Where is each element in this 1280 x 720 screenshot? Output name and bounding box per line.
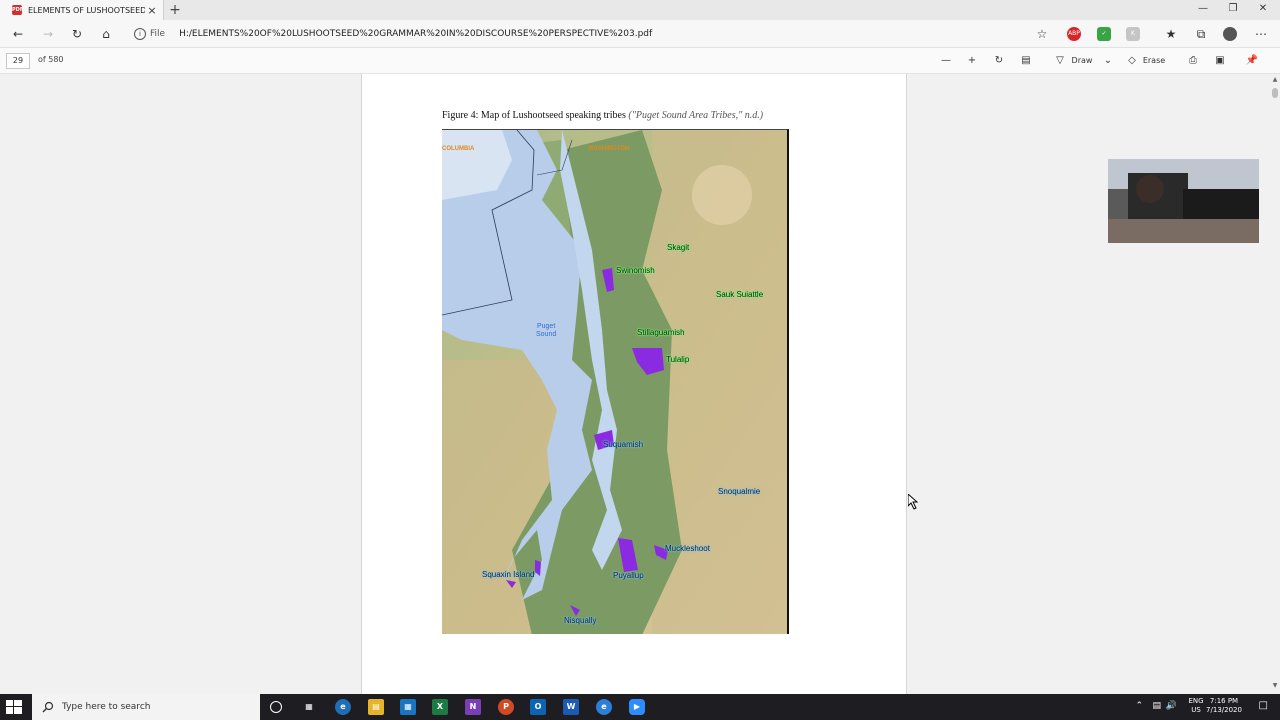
vertical-scrollbar[interactable]: ▲ ▼ (1270, 74, 1280, 694)
tribe-label-puyallup: Puyallup (613, 571, 644, 580)
collections-icon[interactable]: ⧉ (1193, 26, 1209, 42)
windows-start-icon[interactable] (6, 700, 22, 714)
shield-extension-icon[interactable]: ✓ (1097, 27, 1111, 41)
draw-icon[interactable]: ▽ (1053, 53, 1067, 69)
zoom-out-icon[interactable]: — (939, 53, 953, 69)
task-view-icon[interactable]: ▦ (301, 699, 317, 715)
figure-caption: Figure 4: Map of Lushootseed speaking tr… (442, 110, 763, 121)
tribe-label-sauk-suiattle: Sauk Suiattle (716, 290, 764, 299)
close-window-icon[interactable]: ✕ (1248, 0, 1278, 20)
caption-citation: ("Puget Sound Area Tribes," n.d.) (628, 110, 764, 121)
store-icon[interactable]: ▦ (400, 699, 416, 715)
outlook-icon[interactable]: O (530, 699, 546, 715)
file-explorer-icon[interactable]: ▤ (368, 699, 384, 715)
tribe-label-skagit: Skagit (667, 243, 690, 252)
zoom-in-icon[interactable]: + (965, 53, 979, 69)
tribe-label-tulalip: Tulalip (666, 355, 690, 364)
pdf-icon: PDF (12, 5, 24, 15)
network-icon[interactable]: ▤ (1152, 701, 1161, 711)
erase-icon[interactable]: ◇ (1125, 53, 1139, 69)
tab-close-button[interactable]: × (145, 4, 159, 17)
windows-taskbar: Type here to search ▦ e ▤ ▦ X N P O W e … (0, 694, 1280, 720)
tab-bar: PDF ELEMENTS OF LUSHOOTSEED G × + — ❐ ✕ (0, 0, 1280, 20)
pdf-toolbar: 29 of 580 — + ↻ ▤ ▽ Draw ⌄ ◇ Erase ⎙ ▣ 📌 (0, 48, 1280, 74)
more-options-icon[interactable]: ⋯ (1253, 26, 1269, 42)
search-placeholder: Type here to search (62, 702, 151, 712)
webcam-image (1108, 159, 1259, 243)
water-label-line1: Puget (536, 323, 556, 330)
tribes-map: COLUMBIA WASHINGTON Puget Sound Skagit S… (442, 129, 789, 634)
cortana-icon[interactable] (270, 701, 282, 713)
tribe-label-squaxin-island: Squaxin Island (482, 570, 535, 579)
volume-icon[interactable]: 🔊 (1166, 701, 1177, 711)
tribe-label-muckleshoot: Muckleshoot (665, 544, 710, 553)
favorite-star-icon[interactable]: ☆ (1034, 26, 1050, 42)
region-label-columbia: COLUMBIA (442, 146, 475, 152)
webcam-overlay (1108, 159, 1259, 243)
fit-page-icon[interactable]: ▤ (1019, 53, 1033, 69)
scroll-up-icon[interactable]: ▲ (1270, 76, 1280, 86)
tribe-label-suquamish: Suquamish (603, 440, 644, 449)
tribe-label-snoqualmie: Snoqualmie (718, 487, 761, 496)
region-label-washington: WASHINGTON (588, 146, 630, 152)
page-number-input[interactable]: 29 (6, 53, 30, 69)
erase-button[interactable]: Erase (1141, 53, 1167, 69)
adblock-extension-icon[interactable]: ABP (1067, 27, 1081, 41)
edge-browser-icon[interactable]: e (335, 699, 351, 715)
restore-icon[interactable]: ❐ (1218, 0, 1248, 20)
print-icon[interactable]: ⎙ (1186, 53, 1200, 69)
tribe-label-stillaguamish: Stillaguamish (637, 328, 685, 337)
scroll-down-icon[interactable]: ▼ (1270, 682, 1280, 692)
pdf-page: Figure 4: Map of Lushootseed speaking tr… (361, 74, 907, 694)
internet-explorer-icon[interactable]: e (596, 699, 612, 715)
forward-icon[interactable]: → (40, 26, 56, 42)
onenote-icon[interactable]: N (465, 699, 481, 715)
tab-title: ELEMENTS OF LUSHOOTSEED G (28, 5, 145, 15)
clock-date: 7/13/2020 (1206, 706, 1242, 714)
info-icon[interactable]: i (134, 28, 146, 40)
pdf-viewport[interactable]: Figure 4: Map of Lushootseed speaking tr… (0, 74, 1270, 694)
taskbar-search-box[interactable]: Type here to search (32, 694, 260, 720)
tab-pdf[interactable]: PDF ELEMENTS OF LUSHOOTSEED G × (0, 0, 164, 20)
water-label-line2: Sound (536, 331, 557, 338)
address-prefix: File (150, 29, 166, 39)
address-field[interactable]: i File H:/ELEMENTS%20OF%20LUSHOOTSEED%20… (128, 24, 1048, 44)
url-text: H:/ELEMENTS%20OF%20LUSHOOTSEED%20GRAMMAR… (179, 29, 653, 39)
extension-icon[interactable]: K (1126, 27, 1140, 41)
chevron-down-icon[interactable]: ⌄ (1101, 53, 1115, 69)
water-label: Puget Sound (536, 323, 556, 339)
refresh-icon[interactable]: ↻ (69, 26, 85, 42)
rotate-icon[interactable]: ↻ (992, 53, 1006, 69)
caption-text: Figure 4: Map of Lushootseed speaking tr… (442, 110, 626, 121)
search-icon (42, 701, 54, 713)
clock-time: 7:16 PM (1209, 697, 1239, 705)
scrollbar-thumb[interactable] (1272, 88, 1278, 98)
powerpoint-icon[interactable]: P (498, 699, 514, 715)
favorites-icon[interactable]: ★ (1163, 26, 1179, 42)
mouse-cursor-icon (908, 494, 918, 510)
draw-button[interactable]: Draw (1070, 53, 1094, 69)
profile-avatar[interactable] (1223, 27, 1237, 41)
tribe-label-swinomish: Swinomish (616, 266, 655, 275)
zoom-app-icon[interactable]: ▶ (629, 699, 645, 715)
address-bar-row: ← → ↻ ⌂ i File H:/ELEMENTS%20OF%20LUSHOO… (0, 20, 1280, 48)
tray-chevron-icon[interactable]: ⌃ (1135, 701, 1143, 711)
tribe-label-nisqually: Nisqually (564, 616, 597, 625)
save-icon[interactable]: ▣ (1213, 53, 1227, 69)
word-icon[interactable]: W (563, 699, 579, 715)
back-icon[interactable]: ← (10, 26, 26, 42)
new-tab-button[interactable]: + (168, 1, 182, 19)
page-total: of 580 (38, 55, 64, 64)
clock[interactable]: 7:16 PM 7/13/2020 (1202, 697, 1246, 715)
map-graphic (442, 130, 787, 634)
minimize-icon[interactable]: — (1188, 0, 1218, 20)
home-icon[interactable]: ⌂ (98, 26, 114, 42)
notifications-icon[interactable]: □ (1259, 700, 1268, 711)
excel-icon[interactable]: X (432, 699, 448, 715)
pin-toolbar-icon[interactable]: 📌 (1244, 53, 1260, 69)
